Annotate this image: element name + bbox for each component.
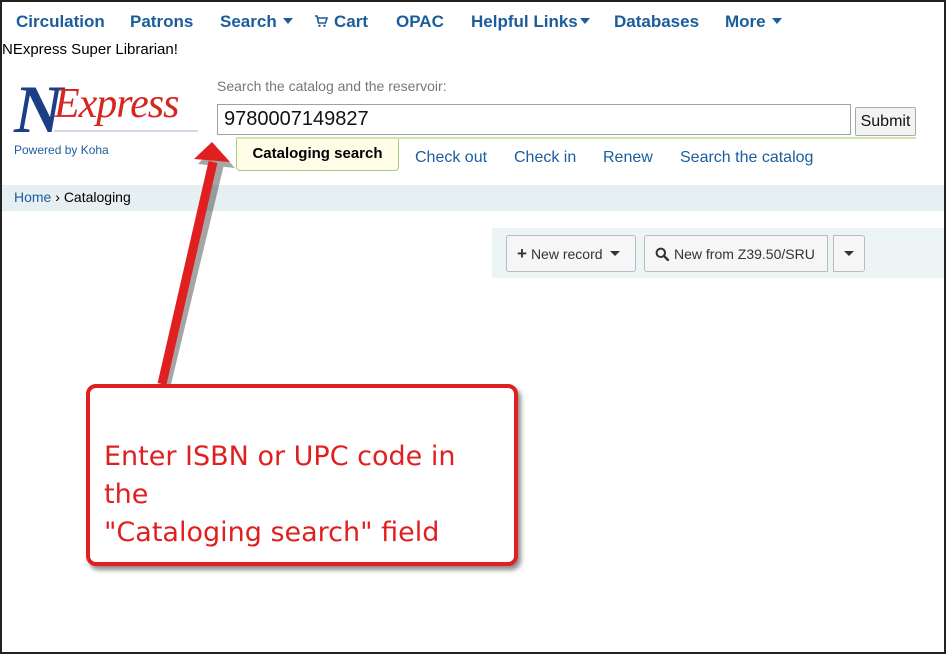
submit-button[interactable]: Submit [855,107,916,136]
breadcrumb: Home › Cataloging [0,185,944,211]
logo-underline [54,130,198,132]
nav-patrons[interactable]: Patrons [130,12,193,32]
nav-more[interactable]: More [725,12,782,32]
plus-icon: + [517,243,527,263]
search-icon [655,247,669,261]
breadcrumb-home[interactable]: Home [14,189,51,205]
search-label: Search the catalog and the reservoir: [217,78,447,94]
tab-renew[interactable]: Renew [603,149,653,167]
logo-word: Express [54,81,179,127]
top-navigation: Circulation Patrons Search Cart OPAC Hel… [0,0,946,42]
new-record-button[interactable]: + New record [506,235,636,272]
annotation-text-line2: "Cataloging search" field [104,517,440,548]
tab-check-out[interactable]: Check out [415,149,487,167]
nav-search[interactable]: Search [220,12,293,32]
cataloging-toolbar: + New record New from Z39.50/SRU [492,228,944,278]
tab-check-in[interactable]: Check in [514,149,576,167]
chevron-down-icon [609,251,620,256]
breadcrumb-separator: › [55,189,60,205]
tab-cataloging-search[interactable]: Cataloging search [236,139,399,171]
chevron-down-icon [844,251,854,256]
nav-circulation[interactable]: Circulation [16,12,105,32]
breadcrumb-current: Cataloging [63,189,131,205]
logged-in-user[interactable]: NExpress Super Librarian! [2,41,178,58]
annotation-callout: Enter ISBN or UPC code in the "Catalogin… [86,384,518,566]
new-record-label: New record [530,245,603,262]
nexpress-logo[interactable]: N Express [14,71,204,147]
cart-icon [315,14,328,27]
chevron-down-icon [771,17,782,24]
chevron-down-icon [579,17,590,24]
nav-search-label: Search [220,12,277,31]
logo-letter: N [14,71,63,147]
cataloging-search-input[interactable] [217,104,851,135]
nav-cart-label: Cart [334,12,369,31]
nav-opac[interactable]: OPAC [396,12,444,32]
powered-by-koha[interactable]: Powered by Koha [14,143,109,157]
nav-databases[interactable]: Databases [614,12,699,32]
tab-search-the-catalog[interactable]: Search the catalog [680,149,813,167]
new-from-z3950-label: New from Z39.50/SRU [674,245,815,262]
z3950-dropdown-toggle[interactable] [833,235,865,272]
new-from-z3950-button[interactable]: New from Z39.50/SRU [644,235,828,272]
nav-more-label: More [725,12,766,31]
annotation-text-line1: Enter ISBN or UPC code in the [104,441,456,510]
nav-cart[interactable]: Cart [314,12,368,32]
nav-helpful-links[interactable]: Helpful Links [471,12,590,32]
nav-helpful-links-label: Helpful Links [471,12,578,31]
chevron-down-icon [282,17,293,24]
